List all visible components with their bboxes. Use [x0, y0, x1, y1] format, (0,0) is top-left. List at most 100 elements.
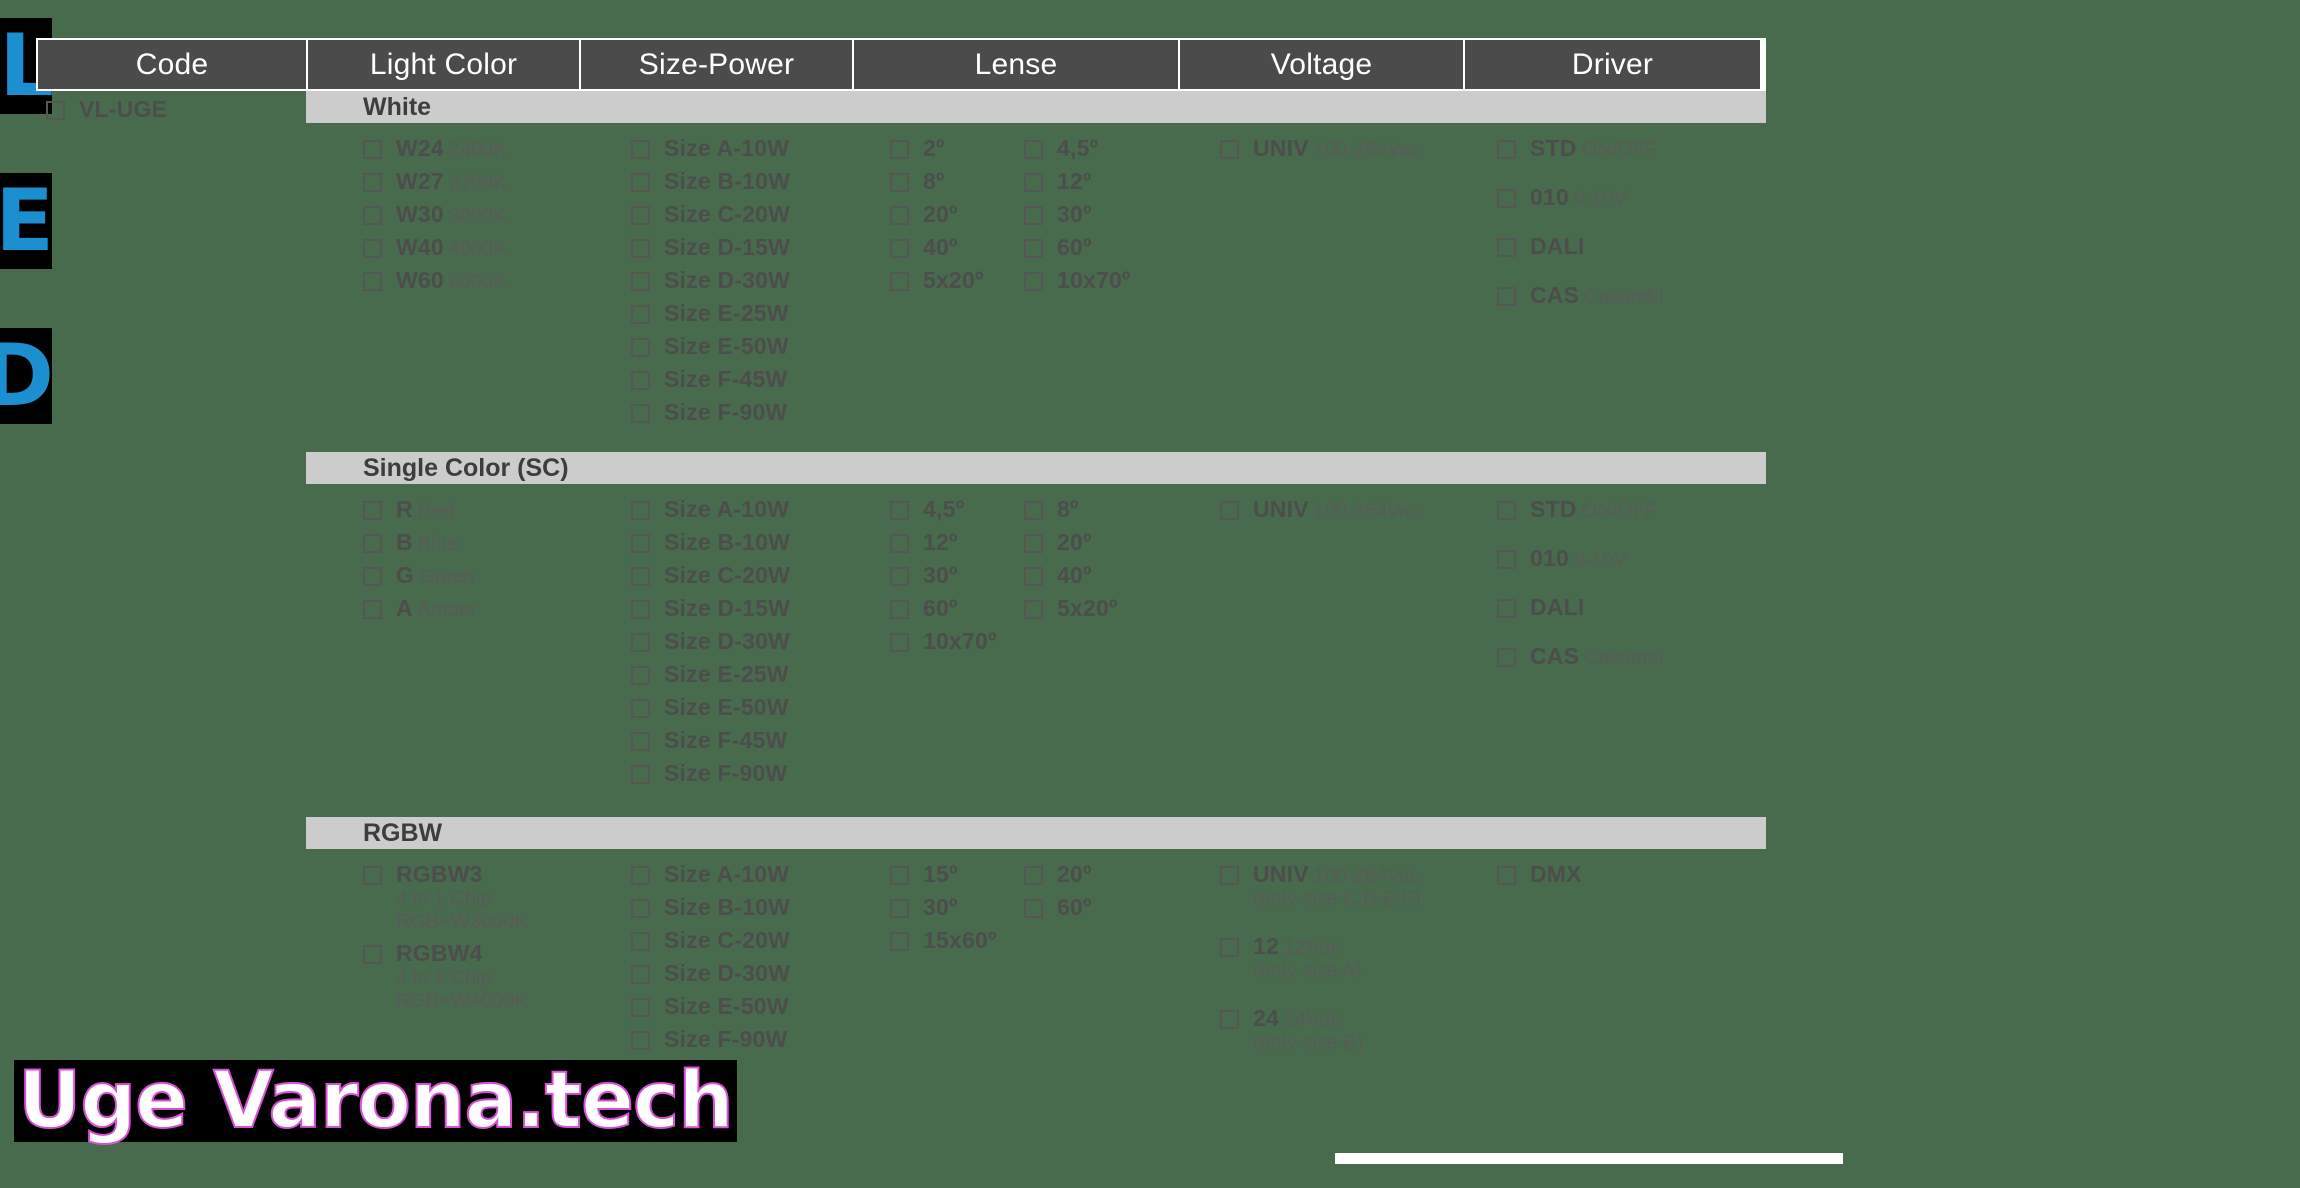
light-color-option-row[interactable]: RGBW3	[363, 861, 579, 888]
checkbox-icon[interactable]	[1024, 140, 1043, 159]
lense-option-row[interactable]: 40º	[890, 234, 1002, 261]
checkbox-icon[interactable]	[631, 272, 650, 291]
size-power-option-row[interactable]: Size B-10W	[631, 894, 852, 921]
voltage-option-row[interactable]: UNIV 100-264Vac	[1220, 135, 1463, 162]
lense-option-row[interactable]: 30º	[890, 562, 1002, 589]
checkbox-icon[interactable]	[890, 932, 909, 951]
light-color-option-row[interactable]: R Red	[363, 496, 579, 523]
checkbox-icon[interactable]	[1497, 648, 1516, 667]
lense-option-row[interactable]: 60º	[1024, 894, 1178, 921]
checkbox-icon[interactable]	[631, 965, 650, 984]
checkbox-icon[interactable]	[363, 206, 382, 225]
voltage-option-row[interactable]: UNIV 100-264Vac	[1220, 861, 1463, 888]
checkbox-icon[interactable]	[631, 932, 650, 951]
checkbox-icon[interactable]	[631, 998, 650, 1017]
checkbox-icon[interactable]	[363, 866, 382, 885]
size-power-option-row[interactable]: Size B-10W	[631, 168, 852, 195]
lense-option-row[interactable]: 30º	[1024, 201, 1178, 228]
lense-option-row[interactable]: 20º	[1024, 529, 1178, 556]
size-power-option-row[interactable]: Size A-10W	[631, 135, 852, 162]
checkbox-icon[interactable]	[1024, 600, 1043, 619]
size-power-option-row[interactable]: Size F-90W	[631, 399, 852, 426]
driver-option-row[interactable]: CAS Casambi	[1497, 643, 1758, 670]
size-power-option-row[interactable]: Size F-90W	[631, 760, 852, 787]
checkbox-icon[interactable]	[631, 173, 650, 192]
size-power-option-row[interactable]: Size E-50W	[631, 694, 852, 721]
size-power-option-row[interactable]: Size D-15W	[631, 234, 852, 261]
size-power-option-row[interactable]: Size C-20W	[631, 201, 852, 228]
checkbox-icon[interactable]	[890, 239, 909, 258]
checkbox-icon[interactable]	[1497, 287, 1516, 306]
lense-option-row[interactable]: 12º	[890, 529, 1002, 556]
checkbox-icon[interactable]	[631, 765, 650, 784]
light-color-option-row[interactable]: W60 6000K	[363, 267, 579, 294]
checkbox-icon[interactable]	[1024, 534, 1043, 553]
checkbox-icon[interactable]	[1220, 938, 1239, 957]
light-color-option-row[interactable]: W40 4000K	[363, 234, 579, 261]
light-color-option-row[interactable]: W27 2700K	[363, 168, 579, 195]
checkbox-icon[interactable]	[1497, 866, 1516, 885]
lense-option-row[interactable]: 15x60º	[890, 927, 1002, 954]
checkbox-icon[interactable]	[631, 501, 650, 520]
lense-option-row[interactable]: 10x70º	[890, 628, 1002, 655]
checkbox-icon[interactable]	[890, 633, 909, 652]
checkbox-icon[interactable]	[363, 140, 382, 159]
checkbox-icon[interactable]	[631, 404, 650, 423]
checkbox-icon[interactable]	[1024, 567, 1043, 586]
size-power-option-row[interactable]: Size E-50W	[631, 333, 852, 360]
checkbox-icon[interactable]	[1024, 239, 1043, 258]
lense-option-row[interactable]: 5x20º	[1024, 595, 1178, 622]
checkbox-icon[interactable]	[890, 534, 909, 553]
lense-option-row[interactable]: 8º	[1024, 496, 1178, 523]
size-power-option-row[interactable]: Size D-30W	[631, 960, 852, 987]
light-color-option-row[interactable]: A Amber	[363, 595, 579, 622]
checkbox-icon[interactable]	[1220, 140, 1239, 159]
checkbox-icon[interactable]	[1497, 238, 1516, 257]
size-power-option-row[interactable]: Size D-30W	[631, 628, 852, 655]
size-power-option-row[interactable]: Size C-20W	[631, 927, 852, 954]
checkbox-icon[interactable]	[631, 140, 650, 159]
size-power-option-row[interactable]: Size D-15W	[631, 595, 852, 622]
checkbox-icon[interactable]	[1497, 599, 1516, 618]
checkbox-icon[interactable]	[1024, 173, 1043, 192]
checkbox-icon[interactable]	[363, 600, 382, 619]
checkbox-icon[interactable]	[1220, 866, 1239, 885]
checkbox-icon[interactable]	[1497, 140, 1516, 159]
checkbox-icon[interactable]	[1024, 501, 1043, 520]
checkbox-icon[interactable]	[1497, 189, 1516, 208]
lense-option-row[interactable]: 4,5º	[1024, 135, 1178, 162]
checkbox-icon[interactable]	[363, 945, 382, 964]
lense-option-row[interactable]: 5x20º	[890, 267, 1002, 294]
size-power-option-row[interactable]: Size A-10W	[631, 496, 852, 523]
checkbox-icon[interactable]	[363, 173, 382, 192]
lense-option-row[interactable]: 20º	[890, 201, 1002, 228]
lense-option-row[interactable]: 40º	[1024, 562, 1178, 589]
lense-option-row[interactable]: 30º	[890, 894, 1002, 921]
lense-option-row[interactable]: 10x70º	[1024, 267, 1178, 294]
size-power-option-row[interactable]: Size E-25W	[631, 661, 852, 688]
checkbox-icon[interactable]	[890, 501, 909, 520]
checkbox-icon[interactable]	[631, 1031, 650, 1050]
lense-option-row[interactable]: 15º	[890, 861, 1002, 888]
checkbox-icon[interactable]	[631, 666, 650, 685]
driver-option-row[interactable]: CAS Casambi	[1497, 282, 1758, 309]
product-code-option-row[interactable]: VL-UGE	[46, 96, 167, 123]
checkbox-icon[interactable]	[631, 371, 650, 390]
light-color-option-row[interactable]: G Green	[363, 562, 579, 589]
checkbox-icon[interactable]	[363, 567, 382, 586]
size-power-option-row[interactable]: Size B-10W	[631, 529, 852, 556]
voltage-option-row[interactable]: 12 12Vdc	[1220, 933, 1463, 960]
checkbox-icon[interactable]	[1024, 206, 1043, 225]
driver-option-row[interactable]: STD ON/OFF	[1497, 496, 1758, 523]
checkbox-icon[interactable]	[631, 866, 650, 885]
voltage-option-row[interactable]: UNIV 100-264Vac	[1220, 496, 1463, 523]
checkbox-icon[interactable]	[890, 899, 909, 918]
lense-option-row[interactable]: 2º	[890, 135, 1002, 162]
checkbox-icon[interactable]	[631, 633, 650, 652]
checkbox-icon[interactable]	[363, 272, 382, 291]
checkbox-icon[interactable]	[890, 272, 909, 291]
checkbox-icon[interactable]	[631, 206, 650, 225]
checkbox-icon[interactable]	[363, 534, 382, 553]
lense-option-row[interactable]: 60º	[890, 595, 1002, 622]
checkbox-icon[interactable]	[1497, 501, 1516, 520]
